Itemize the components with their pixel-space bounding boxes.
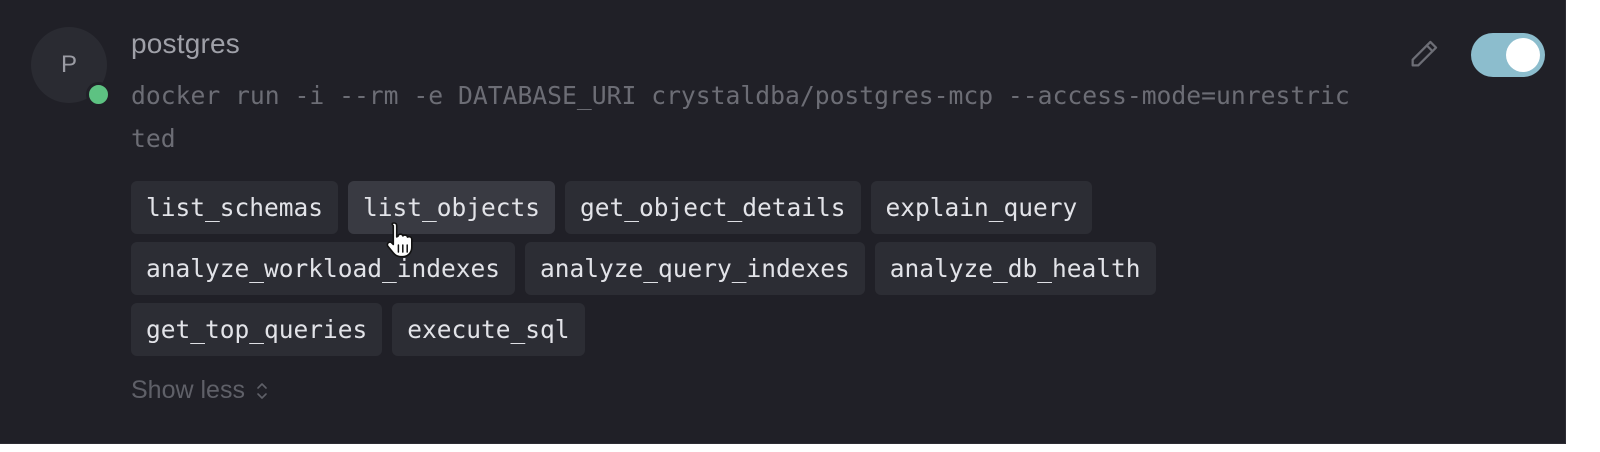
tool-chip-get-object-details[interactable]: get_object_details (565, 181, 861, 234)
avatar-letter: P (60, 51, 77, 78)
show-less-button[interactable]: Show less (131, 376, 269, 405)
show-less-label: Show less (131, 376, 245, 404)
tool-chip-analyze-workload-indexes[interactable]: analyze_workload_indexes (131, 242, 516, 295)
chevron-up-down-icon (257, 382, 267, 399)
edit-button[interactable] (1404, 34, 1444, 74)
tool-chip-get-top-queries[interactable]: get_top_queries (131, 303, 383, 356)
tool-list: list_schemas list_objects get_object_detai… (131, 181, 1251, 364)
enable-toggle[interactable] (1471, 33, 1545, 77)
tool-chip-analyze-db-health[interactable]: analyze_db_health (874, 242, 1156, 295)
server-command: docker run -i --rm -e DATABASE_URI cryst… (131, 81, 1350, 153)
pencil-icon (1411, 40, 1438, 67)
tool-chip-execute-sql[interactable]: execute_sql (392, 303, 585, 356)
mcp-server-card: P postgres docker run -i --rm -e DATABAS… (0, 0, 1566, 444)
tool-row: analyze_workload_indexes analyze_query_in… (131, 242, 1251, 295)
pointer-hand-icon (386, 222, 413, 258)
tool-row: get_top_queries execute_sql (131, 303, 1251, 356)
toggle-knob (1506, 38, 1540, 72)
tool-chip-list-schemas[interactable]: list_schemas (131, 181, 339, 234)
tool-chip-analyze-query-indexes[interactable]: analyze_query_indexes (525, 242, 865, 295)
tool-row: list_schemas list_objects get_object_detai… (131, 181, 1251, 234)
server-name: postgres (131, 28, 240, 59)
status-indicator (86, 82, 111, 107)
tool-chip-list-objects[interactable]: list_objects (348, 181, 556, 234)
tool-chip-explain-query[interactable]: explain_query (870, 181, 1093, 234)
